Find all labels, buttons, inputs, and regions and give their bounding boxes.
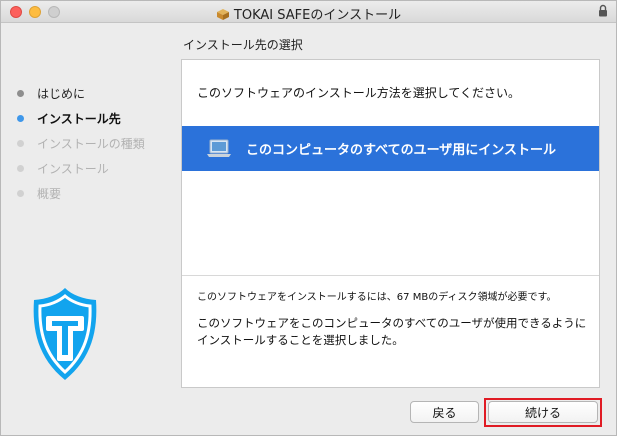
step-label: インストール [37,162,109,176]
step-label: はじめに [37,87,86,101]
step-indicator-dot [17,140,24,147]
selection-description: このソフトウェアをこのコンピュータのすべてのユーザが使用できるようにインストール… [197,316,587,347]
step-introduction: はじめに [17,81,145,106]
tokai-safe-shield-logo [33,288,97,380]
title-bar: TOKAI SAFEのインストール [1,1,616,23]
step-installation-type: インストールの種類 [17,131,145,156]
back-button[interactable]: 戻る [410,401,479,423]
step-indicator-dot [17,190,24,197]
step-destination: インストール先 [17,106,145,131]
panel-divider [182,275,599,276]
step-indicator-dot [17,165,24,172]
step-installation: インストール [17,156,145,181]
step-indicator-dot [17,90,24,97]
step-list: はじめに インストール先 インストールの種類 インストール 概要 [17,81,145,206]
install-option-label: このコンピュータのすべてのユーザ用にインストール [246,143,557,158]
step-indicator-dot [17,115,24,122]
disk-space-note: このソフトウェアをインストールするには、67 MBのディスク領域が必要です。 [197,292,557,303]
installer-window: TOKAI SAFEのインストール インストール先の選択 はじめに インストール… [0,0,617,436]
step-label: インストール先 [37,112,121,126]
page-title: インストール先の選択 [183,38,303,52]
laptop-icon [207,139,231,157]
window-title-group: TOKAI SAFEのインストール [1,4,616,23]
destination-panel: このソフトウェアのインストール方法を選択してください。 このコンピュータのすべて… [181,59,600,388]
step-label: 概要 [37,187,62,201]
step-label: インストールの種類 [37,137,145,151]
continue-button-highlight [484,398,602,427]
package-icon [216,9,229,20]
step-summary: 概要 [17,181,145,206]
instruction-text: このソフトウェアのインストール方法を選択してください。 [197,86,521,100]
lock-icon [599,4,607,17]
install-for-all-users-option[interactable]: このコンピュータのすべてのユーザ用にインストール [182,126,599,171]
window-title: TOKAI SAFEのインストール [233,8,402,23]
